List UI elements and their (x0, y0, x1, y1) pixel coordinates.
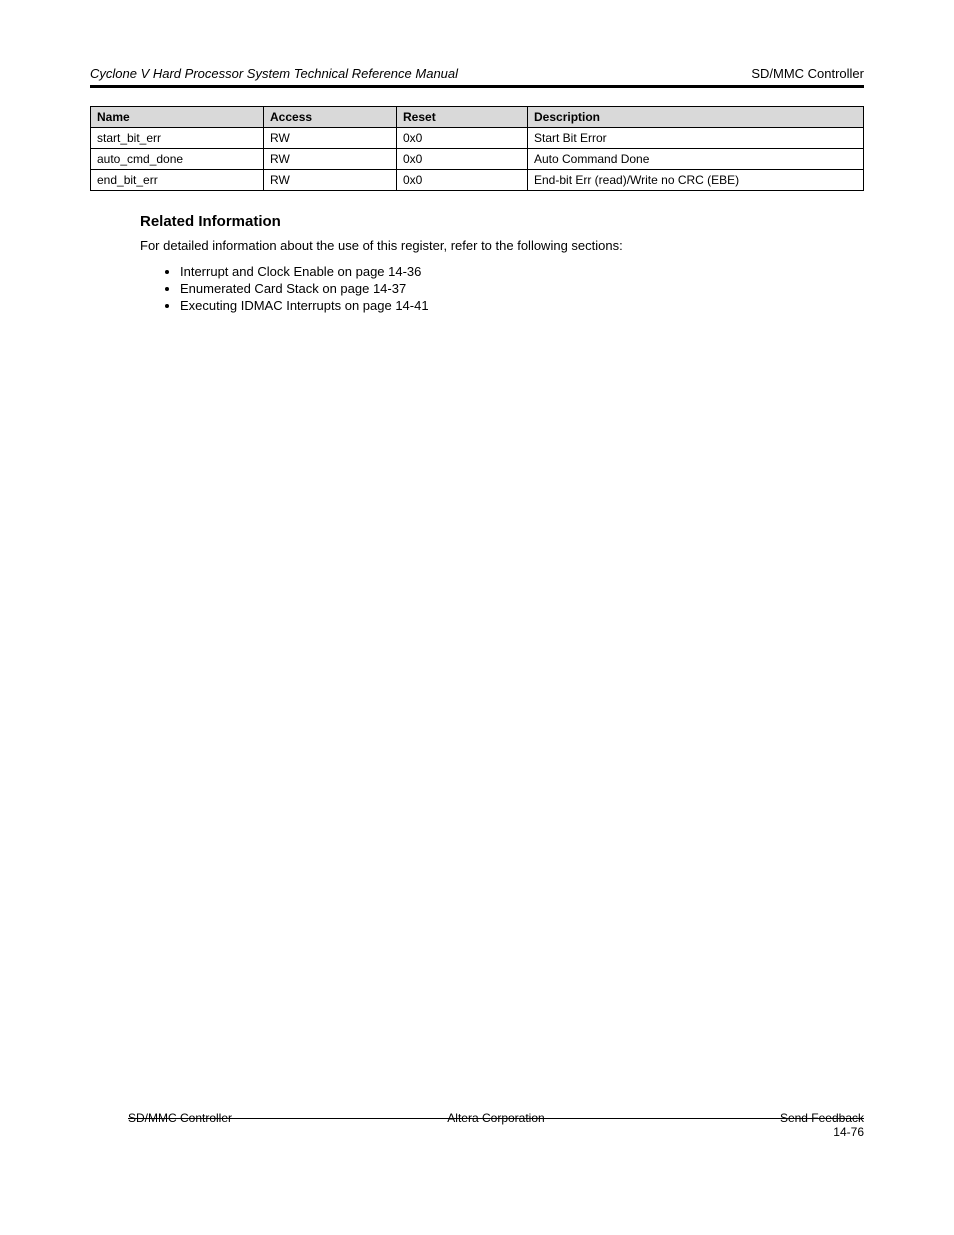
ref-link[interactable]: Executing IDMAC Interrupts on page 14-41 (180, 298, 429, 313)
cell-desc: Start Bit Error (528, 128, 864, 149)
table-header-row: Name Access Reset Description (91, 107, 864, 128)
cell-reset: 0x0 (397, 128, 528, 149)
footer-page-number: 14-76 (833, 1125, 864, 1139)
cell-desc: End-bit Err (read)/Write no CRC (EBE) (528, 170, 864, 191)
page-header: Cyclone V Hard Processor System Technica… (90, 66, 864, 85)
cell-reset: 0x0 (397, 170, 528, 191)
th-reset: Reset (397, 107, 528, 128)
list-item[interactable]: Interrupt and Clock Enable on page 14-36 (180, 264, 864, 281)
table-row: auto_cmd_done RW 0x0 Auto Command Done (91, 149, 864, 170)
cell-access: RW (264, 149, 397, 170)
register-fields-table: Name Access Reset Description start_bit_… (90, 106, 864, 191)
th-desc: Description (528, 107, 864, 128)
table-row: start_bit_err RW 0x0 Start Bit Error (91, 128, 864, 149)
page-footer: SD/MMC Controller Altera Corporation Sen… (128, 1111, 864, 1139)
cell-reset: 0x0 (397, 149, 528, 170)
list-item[interactable]: Executing IDMAC Interrupts on page 14-41 (180, 298, 864, 315)
cell-name: end_bit_err (91, 170, 264, 191)
cell-access: RW (264, 170, 397, 191)
related-info-heading: Related Information (140, 213, 864, 230)
ref-link[interactable]: Enumerated Card Stack on page 14-37 (180, 281, 406, 296)
related-info-intro: For detailed information about the use o… (140, 238, 864, 254)
cell-name: auto_cmd_done (91, 149, 264, 170)
header-rule (90, 85, 864, 88)
header-right: SD/MMC Controller (751, 66, 864, 81)
list-item[interactable]: Enumerated Card Stack on page 14-37 (180, 281, 864, 298)
th-access: Access (264, 107, 397, 128)
cell-desc: Auto Command Done (528, 149, 864, 170)
cell-name: start_bit_err (91, 128, 264, 149)
header-left: Cyclone V Hard Processor System Technica… (90, 66, 458, 81)
related-info-list: Interrupt and Clock Enable on page 14-36… (180, 264, 864, 315)
table-row: end_bit_err RW 0x0 End-bit Err (read)/Wr… (91, 170, 864, 191)
cell-access: RW (264, 128, 397, 149)
ref-link[interactable]: Interrupt and Clock Enable on page 14-36 (180, 264, 421, 279)
footer-center: Altera Corporation (128, 1111, 864, 1125)
th-name: Name (91, 107, 264, 128)
